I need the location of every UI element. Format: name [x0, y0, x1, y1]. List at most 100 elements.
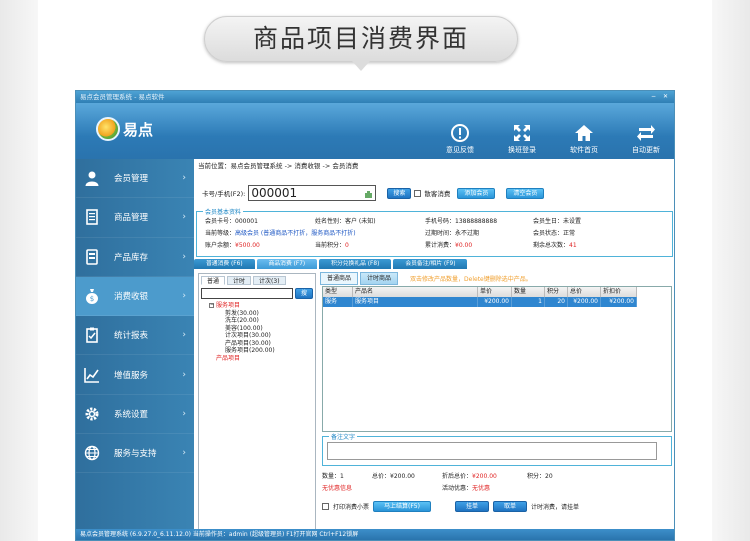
chevron-right-icon: ›: [182, 212, 186, 223]
tree-leaf[interactable]: 剪发(30.00): [209, 310, 315, 318]
storage-icon: [82, 247, 102, 267]
expire-field: 过期时间：永不过期: [425, 230, 480, 237]
sidebar-item-value-added[interactable]: 增值服务 ›: [76, 355, 194, 395]
chevron-right-icon: ›: [182, 330, 186, 341]
summary-total: 总价：¥200.00: [372, 473, 415, 480]
remark-title: 备注文字: [329, 432, 358, 441]
member-info-title: 会员基本资料: [203, 207, 244, 216]
update-button[interactable]: 自动更新: [628, 123, 664, 155]
tree-leaf[interactable]: 服务项目(200.00): [209, 347, 315, 355]
hang-order-button[interactable]: 挂单: [454, 501, 489, 512]
sidebar: 会员管理 › 商品管理 › 产品库存 › $ 消费收银 › 统计报表 › 增值服…: [76, 159, 194, 540]
tab-points-gift[interactable]: 积分兑换礼品 (F8): [319, 259, 392, 269]
tree-leaf[interactable]: 计次项目(30.00): [209, 332, 315, 340]
minimize-icon[interactable]: −: [649, 93, 658, 101]
cell-type: 服务: [323, 297, 353, 307]
collapse-icon[interactable]: −: [209, 303, 214, 309]
member-info-panel: 会员基本资料 会员卡号：000001 姓名性别：客户 (未知) 手机号码：138…: [196, 207, 673, 257]
sidebar-item-reports[interactable]: 统计报表 ›: [76, 316, 194, 356]
tree-node-services[interactable]: − 服务项目: [209, 302, 315, 310]
sidebar-item-member[interactable]: 会员管理 ›: [76, 159, 194, 199]
feedback-button[interactable]: 意见反馈: [442, 123, 478, 155]
cell-price: ¥200.00: [478, 297, 512, 307]
card-reader-icon[interactable]: [364, 188, 373, 202]
promo-canvas: 商品项目消费界面 易点会员管理系统 - 易点软件 − ✕ 易点 意见反馈 换班登…: [0, 0, 750, 541]
table-row[interactable]: 服务 服务项目 ¥200.00 1 20 ¥200.00 ¥200.00: [323, 297, 671, 307]
chevron-right-icon: ›: [182, 408, 186, 419]
cell-points: 20: [545, 297, 568, 307]
level-field: 当前等级：高级会员 (普通商品不打折，服务商品不打折): [205, 230, 356, 237]
cell-discount: ¥200.00: [601, 297, 637, 307]
total-field: 累计消费：¥0.00: [425, 242, 473, 249]
timing-hint: 计时消费，请挂单: [531, 504, 580, 511]
window-controls: − ✕: [649, 93, 670, 101]
switch-login-button[interactable]: 换班登录: [504, 123, 540, 155]
feedback-icon: [449, 123, 471, 143]
search-button[interactable]: 搜索: [387, 187, 412, 199]
walkin-checkbox[interactable]: [414, 189, 422, 197]
sidebar-item-settings[interactable]: 系统设置 ›: [76, 395, 194, 435]
toolbar: 意见反馈 换班登录 软件首页 自动更新: [442, 123, 664, 155]
tab-normal-products[interactable]: 普通: [201, 276, 226, 285]
product-search-input[interactable]: [201, 288, 293, 299]
document-icon: [82, 207, 102, 227]
remark-panel: 备注文字: [322, 432, 672, 466]
tab-normal[interactable]: 普通消费 (F6): [194, 259, 255, 269]
column-header[interactable]: 总价: [568, 287, 601, 297]
cart-panel: 普通商品 计时商品 双击修改产品数量，Delete键删除选中产品。 类型 产品名…: [320, 272, 674, 540]
remark-textarea[interactable]: [327, 442, 657, 460]
chevron-right-icon: ›: [182, 291, 186, 302]
home-label: 软件首页: [570, 146, 598, 154]
points-field: 当前积分：0: [315, 242, 349, 249]
logo-mark-icon: [96, 117, 120, 141]
sidebar-item-cashier[interactable]: $ 消费收银 ›: [76, 276, 194, 317]
summary-row-1: 数量：1 总价：¥200.00 折后总价：¥200.00 积分：20: [322, 471, 672, 483]
sidebar-item-label: 增值服务: [114, 370, 149, 381]
cart-hint: 双击修改产品数量，Delete键删除选中产品。: [410, 276, 532, 283]
tab-goods[interactable]: 商品消费 (F7): [256, 259, 318, 269]
sidebar-item-support[interactable]: 服务与支持 ›: [76, 434, 194, 474]
checkout-button[interactable]: 马上结算(F5): [373, 501, 431, 512]
column-header[interactable]: 产品名: [353, 287, 478, 297]
balance-field: 账户余额：¥500.00: [205, 242, 260, 249]
sidebar-item-inventory[interactable]: 产品库存 ›: [76, 238, 194, 277]
status-bar: 易点会员管理系统 (6.9.27.0_6.11.12.0) 当前操作员：admi…: [76, 529, 674, 540]
product-search-button[interactable]: 搜: [294, 288, 313, 299]
home-button[interactable]: 软件首页: [566, 123, 602, 155]
add-member-button[interactable]: 添加会员: [457, 187, 496, 199]
tree-leaf[interactable]: 洗车(20.00): [209, 317, 315, 325]
column-header[interactable]: 数量: [512, 287, 545, 297]
name-field: 姓名性别：客户 (未知): [315, 218, 376, 225]
tree-node-products[interactable]: 产品项目: [209, 355, 315, 363]
column-header[interactable]: 折扣价: [601, 287, 637, 297]
tab-timed-products[interactable]: 计时: [227, 276, 252, 285]
column-header[interactable]: 单价: [478, 287, 512, 297]
birthday-field: 会员生日：未设置: [533, 218, 582, 225]
title-bar: 易点会员管理系统 - 易点软件 − ✕: [76, 91, 674, 103]
window-title: 易点会员管理系统 - 易点软件: [80, 93, 165, 101]
product-tree-panel: 普通 计时 计次(3) 搜 − 服务项目 剪发(30.00) 洗车(20.00)…: [198, 273, 316, 540]
sidebar-item-goods[interactable]: 商品管理 ›: [76, 198, 194, 238]
app-header: 易点 意见反馈 换班登录 软件首页 自动更新: [76, 103, 674, 159]
take-order-button[interactable]: 取单: [492, 501, 527, 512]
chart-icon: [82, 365, 102, 385]
close-icon[interactable]: ✕: [661, 93, 670, 101]
tree-leaf[interactable]: 产品项目(30.00): [209, 340, 315, 348]
column-header[interactable]: 类型: [323, 287, 353, 297]
summary-qty: 数量：1: [322, 473, 344, 480]
card-number-input[interactable]: 000001: [248, 185, 377, 202]
print-receipt-checkbox[interactable]: [322, 503, 329, 510]
tab-timed-goods[interactable]: 计时商品: [360, 272, 399, 285]
clipboard-icon: [82, 325, 102, 345]
cart-tabs: 普通商品 计时商品 双击修改产品数量，Delete键删除选中产品。: [320, 272, 674, 285]
tree-leaf[interactable]: 美容(100.00): [209, 325, 315, 333]
cart-table: 类型 产品名 单价 数量 积分 总价 折扣价 服务 服务项目 ¥200.00 1…: [322, 286, 672, 432]
consume-tabs: 普通消费 (F6) 商品消费 (F7) 积分兑换礼品 (F8) 会员备注/相片 …: [194, 259, 468, 269]
column-header[interactable]: 积分: [545, 287, 568, 297]
tab-count-products[interactable]: 计次(3): [253, 276, 286, 285]
tab-normal-goods[interactable]: 普通商品: [320, 272, 359, 285]
sidebar-item-label: 系统设置: [114, 409, 149, 420]
home-icon: [573, 123, 595, 143]
tab-member-notes[interactable]: 会员备注/相片 (F9): [393, 259, 468, 269]
clear-member-button[interactable]: 清空会员: [506, 187, 545, 199]
